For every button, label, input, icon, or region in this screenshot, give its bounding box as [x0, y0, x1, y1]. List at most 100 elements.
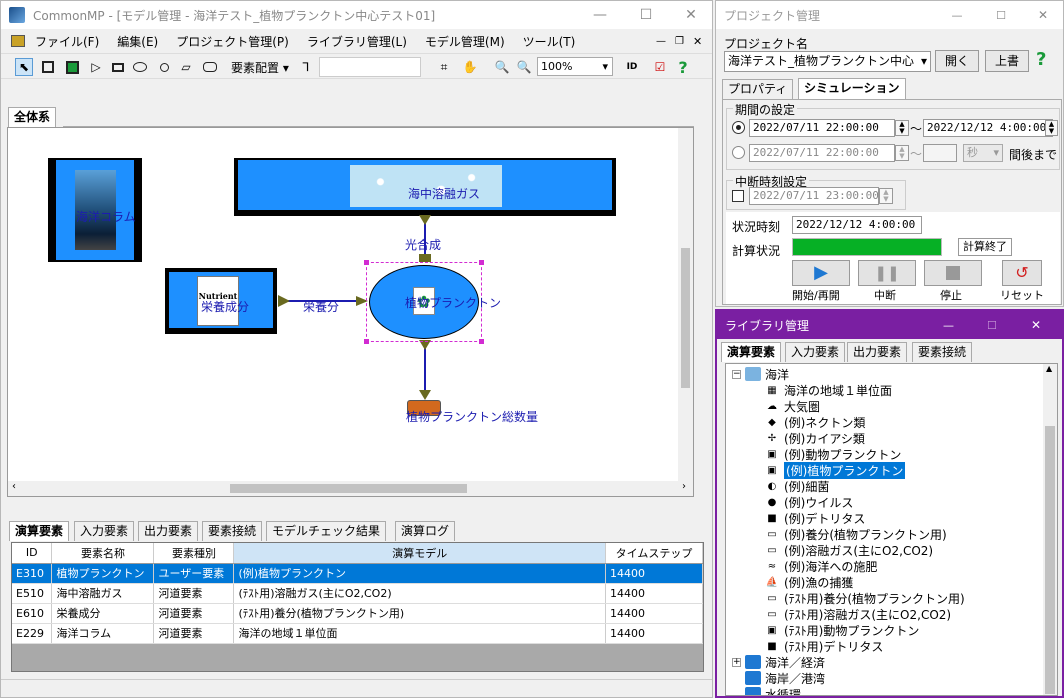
vscroll-thumb[interactable] — [681, 248, 690, 388]
library-item[interactable]: ▭ (例)溶融ガス(主にO2,CO2) — [764, 542, 933, 558]
tab-connections[interactable]: 要素接続 — [202, 521, 263, 541]
table-row[interactable]: E310 植物プランクトン ユーザー要素 (例)植物プランクトン 14400 — [12, 563, 703, 584]
pointer-icon[interactable]: ⬉ — [15, 58, 33, 76]
mdi-close-icon[interactable]: ✕ — [693, 35, 702, 48]
library-vscroll-thumb[interactable] — [1045, 426, 1055, 694]
minimize-button[interactable]: — — [577, 1, 623, 29]
layout-tool-icon[interactable]: ⌗ — [435, 58, 453, 76]
scroll-left-icon[interactable]: ‹ — [12, 481, 16, 492]
project-close-button[interactable]: ✕ — [1020, 1, 1064, 29]
library-item[interactable]: ● (例)ウイルス — [764, 494, 854, 510]
cell-type[interactable]: 河道要素 — [153, 623, 235, 644]
library-item[interactable]: ⛵ (例)漁の捕獲 — [764, 574, 854, 590]
scroll-right-icon[interactable]: › — [682, 481, 686, 492]
square-element-icon[interactable] — [39, 58, 57, 76]
lib-tab-calc[interactable]: 演算要素 — [721, 342, 782, 362]
col-type[interactable]: 要素種別 — [153, 543, 235, 564]
cell-name[interactable]: 海洋コラム — [51, 623, 155, 644]
library-item[interactable]: ▦ 海洋の地域１単位面 — [764, 382, 892, 398]
library-tree[interactable]: − 海洋 ▦ 海洋の地域１単位面 ☁ 大気圏 ◆ (例)ネクトン類 ✢ (例)カイアシ類 ▣ (例… — [725, 363, 1058, 696]
mdi-restore-icon[interactable]: ❐ — [675, 36, 684, 47]
check-icon[interactable]: ☑ — [651, 58, 669, 76]
library-item[interactable]: ☁ 大気圏 — [764, 398, 820, 414]
overwrite-button[interactable]: 上書 — [985, 50, 1029, 72]
end-time-field[interactable]: 2022/12/12 4:00:00 — [923, 119, 1053, 137]
library-item[interactable]: ✢ (例)カイアシ類 — [764, 430, 865, 446]
ellipse-icon[interactable] — [131, 58, 149, 76]
tab-input-elements[interactable]: 入力要素 — [74, 521, 135, 541]
start-time-field-2[interactable]: 2022/07/11 22:00:00 — [749, 144, 895, 162]
pause-button[interactable]: ❚❚ — [858, 260, 916, 286]
library-item[interactable]: ▭ (ﾃｽﾄ用)養分(植物プランクトン用) — [764, 590, 964, 606]
project-minimize-button[interactable]: — — [934, 1, 980, 29]
green-square-icon[interactable] — [63, 58, 81, 76]
project-help-icon[interactable]: ? — [1036, 49, 1046, 70]
menu-edit[interactable]: 編集(E) — [117, 33, 158, 50]
expand-icon[interactable]: + — [732, 657, 741, 667]
project-maximize-button[interactable]: ☐ — [978, 1, 1024, 29]
library-item[interactable]: ▣ (例)動物プランクトン — [764, 446, 901, 462]
col-model[interactable]: 演算モデル — [233, 543, 606, 564]
library-close-button[interactable]: ✕ — [1031, 318, 1041, 332]
duration-field[interactable] — [923, 144, 957, 162]
end-spinner[interactable]: ▲ ▼ — [1045, 120, 1058, 136]
radio-period[interactable] — [732, 121, 745, 134]
cell-type[interactable]: 河道要素 — [153, 603, 235, 624]
triangle-icon[interactable]: ▷ — [87, 58, 105, 76]
selection-handle[interactable] — [364, 339, 369, 344]
close-button[interactable]: ✕ — [668, 1, 714, 29]
canvas-hscroll[interactable]: ‹ › — [8, 481, 693, 496]
cell-model[interactable]: 海洋の地域１単位面 — [233, 623, 606, 644]
table-row[interactable]: E610 栄養成分 河道要素 (ﾃｽﾄ用)養分(植物プランクトン用) 14400 — [12, 603, 703, 624]
cell-name[interactable]: 栄養成分 — [51, 603, 155, 624]
help-icon[interactable]: ? — [674, 58, 692, 77]
cell-timestep[interactable]: 14400 — [605, 603, 703, 624]
col-id[interactable]: ID — [12, 543, 53, 564]
connector-icon[interactable]: ⅂ — [297, 58, 315, 76]
library-vscroll[interactable]: ▲ — [1043, 364, 1057, 695]
lib-tab-input[interactable]: 入力要素 — [785, 342, 846, 362]
library-item[interactable]: ≈ (例)海洋への施肥 — [764, 558, 878, 574]
tab-output-elements[interactable]: 出力要素 — [138, 521, 199, 541]
break-checkbox[interactable] — [732, 190, 744, 202]
col-timestep[interactable]: タイムステップ — [605, 543, 703, 564]
cell-type[interactable]: ユーザー要素 — [153, 563, 235, 584]
scroll-up-icon[interactable]: ▲ — [1046, 364, 1052, 373]
table-row[interactable]: E229 海洋コラム 河道要素 海洋の地域１単位面 14400 — [12, 623, 703, 644]
start-time-field[interactable]: 2022/07/11 22:00:00 — [749, 119, 895, 137]
cell-name[interactable]: 海中溶融ガス — [51, 583, 155, 604]
break-time-field[interactable]: 2022/07/11 23:00:00 — [749, 187, 879, 205]
tab-calc-log[interactable]: 演算ログ — [395, 521, 456, 541]
tab-properties[interactable]: プロパティ — [722, 79, 794, 99]
tree-root-ocean-economy[interactable]: + 海洋／経済 — [732, 654, 825, 670]
reset-button[interactable]: ↺ — [1002, 260, 1042, 286]
cell-id[interactable]: E229 — [12, 623, 53, 644]
zoom-select[interactable]: 100% ▾ — [537, 57, 613, 76]
node-phytoplankton-selection[interactable]: ✿ 植物プランクトン — [364, 260, 501, 344]
tab-model-check[interactable]: モデルチェック結果 — [266, 521, 387, 541]
cell-name[interactable]: 植物プランクトン — [51, 563, 155, 584]
menu-project[interactable]: プロジェクト管理(P) — [176, 33, 289, 50]
menu-file[interactable]: ファイル(F) — [35, 33, 99, 50]
cell-model[interactable]: (ﾃｽﾄ用)溶融ガス(主にO2,CO2) — [233, 583, 606, 604]
zoom-in-icon[interactable]: 🔍 — [493, 58, 511, 76]
library-item[interactable]: ■ (ﾃｽﾄ用)デトリタス — [764, 638, 883, 654]
library-item[interactable]: ▭ (ﾃｽﾄ用)溶融ガス(主にO2,CO2) — [764, 606, 951, 622]
library-maximize-button[interactable]: ☐ — [987, 319, 997, 332]
cell-timestep[interactable]: 14400 — [605, 623, 703, 644]
library-item[interactable]: ▣ (例)植物プランクトン — [764, 461, 906, 479]
cell-id[interactable]: E510 — [12, 583, 53, 604]
tree-root-coast[interactable]: 海岸／港湾 — [745, 670, 825, 686]
cell-id[interactable]: E310 — [12, 563, 53, 584]
start-spinner[interactable]: ▲ ▼ — [895, 120, 909, 136]
col-name[interactable]: 要素名称 — [51, 543, 155, 564]
model-canvas[interactable]: 海洋コラム 海中溶融ガス Nutrient 栄養成分 光合成 栄養分 ✿ 植物プ… — [7, 127, 694, 497]
selection-handle[interactable] — [479, 260, 484, 265]
table-row[interactable]: E510 海中溶融ガス 河道要素 (ﾃｽﾄ用)溶融ガス(主にO2,CO2) 14… — [12, 583, 703, 604]
selection-handle[interactable] — [364, 260, 369, 265]
cell-model[interactable]: (例)植物プランクトン — [233, 563, 606, 584]
toolbar-blank-field[interactable] — [319, 57, 421, 77]
maximize-button[interactable]: ☐ — [623, 1, 669, 29]
unit-select[interactable]: 秒 ▾ — [963, 144, 1003, 162]
parallelogram-icon[interactable]: ▱ — [177, 58, 195, 76]
